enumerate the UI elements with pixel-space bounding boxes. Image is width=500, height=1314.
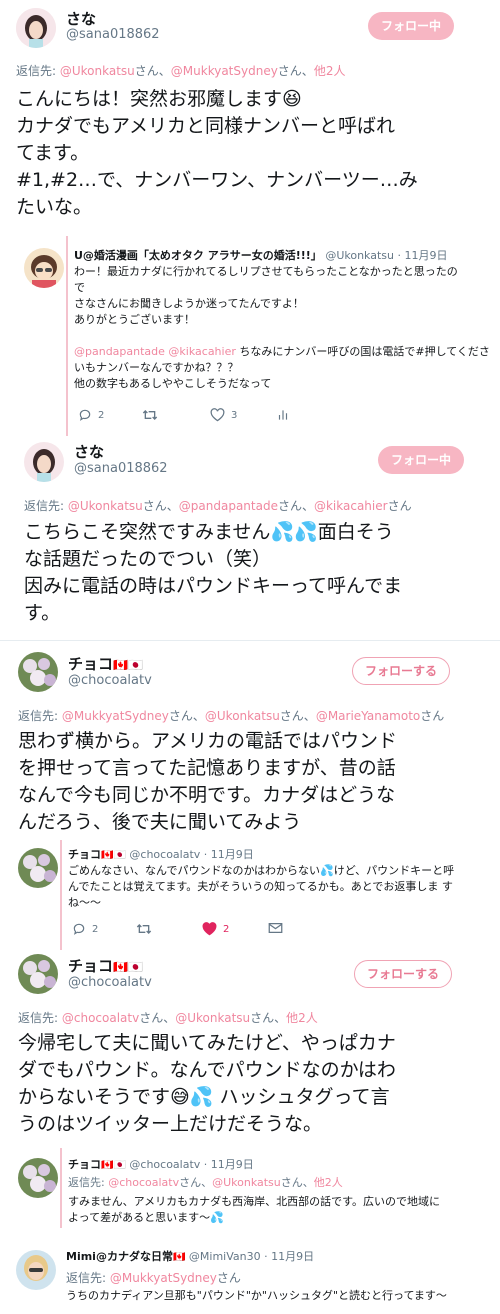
nested-text: すみません、アメリカもカナダも西海岸、北西部の話です。広いので地域に よって差が…: [68, 1195, 441, 1224]
tweet-text: こちらこそ突然ですみません💦💦面白そう な話題だったのでつい（笑） 因みに電話の…: [24, 521, 403, 624]
sweat-droplets-emoji: 💦: [210, 1211, 224, 1224]
retweet-icon: [142, 410, 158, 420]
reply-to: 返信先: @Ukonkatsuさん、@MukkyatSydneyさん、他2人: [16, 64, 346, 78]
display-name[interactable]: チョコ🇨🇦🇯🇵: [68, 848, 126, 861]
sweat-droplets-emoji: 💦: [320, 864, 334, 877]
tweet-text: 今帰宅して夫に聞いてみたけど、やっぱカナ ダでもパウンド。なんでパウンドなのかは…: [18, 1032, 396, 1135]
envelope-icon: [268, 923, 283, 933]
reply-to: 返信先: @Ukonkatsuさん、@pandapantadeさん、@kikac…: [24, 499, 412, 513]
following-button[interactable]: フォロー中: [368, 12, 454, 40]
reply-icon: [79, 409, 91, 421]
user-handle[interactable]: @chocoalatv: [68, 975, 152, 990]
tweet-text: うちのカナディアン旦那も"パウンド"か"ハッシュタグ"と読むと行ってます〜: [66, 1289, 447, 1302]
mention-link[interactable]: @Ukonkatsu: [68, 499, 143, 513]
display-name[interactable]: チョコ🇨🇦🇯🇵: [68, 653, 143, 674]
heart-icon: [210, 408, 225, 422]
reply-to: 返信先: @chocoalatvさん、@Ukonkatsuさん、他2人: [18, 1011, 318, 1025]
reply-count: 2: [92, 923, 99, 935]
mention-link[interactable]: @Ukonkatsu: [60, 64, 135, 78]
mention-link[interactable]: @pandapantade: [179, 499, 278, 513]
mention-link[interactable]: @MukkyatSydney: [110, 1271, 217, 1285]
user-handle[interactable]: @MimiVan30: [189, 1250, 261, 1263]
nested-text: わー！最近カナダに行かれてるしリプさせてもらったことなかったと思ったの で さな…: [74, 265, 490, 390]
avatar[interactable]: [16, 8, 56, 48]
mention-link[interactable]: @kikacahier: [168, 345, 235, 358]
reply-icon: [73, 923, 85, 935]
grinning-emoji: 😆: [282, 88, 302, 110]
user-handle[interactable]: @chocoalatv: [129, 848, 200, 861]
display-name[interactable]: Mimi@カナダな日常🇨🇦: [66, 1250, 185, 1263]
avatar[interactable]: [18, 652, 58, 692]
avatar[interactable]: [24, 248, 64, 288]
user-handle[interactable]: @sana018862: [66, 27, 160, 42]
mention-link[interactable]: @Ukonkatsu: [175, 1011, 250, 1025]
reply-action[interactable]: 2: [72, 922, 98, 936]
user-handle[interactable]: @sana018862: [74, 461, 168, 476]
thread-line: [60, 840, 62, 950]
mention-link[interactable]: @MukkyatSydney: [62, 709, 169, 723]
nested-reply-to: 返信先: @chocoalatvさん、@Ukonkatsuさん、他2人: [68, 1176, 343, 1189]
following-button[interactable]: フォロー中: [378, 446, 464, 474]
follow-button[interactable]: フォローする: [352, 657, 450, 685]
reply-to: 返信先: @MukkyatSydneyさん: [66, 1271, 241, 1285]
nested-header: チョコ🇨🇦🇯🇵 @chocoalatv · 11月9日: [68, 847, 254, 864]
thread-line: [60, 1148, 62, 1228]
avatar[interactable]: [16, 1250, 56, 1290]
others-link[interactable]: 他2人: [314, 64, 346, 78]
display-name[interactable]: U@婚活漫画「太めオタク アラサー女の婚活!!!」: [74, 249, 322, 262]
tweet-text: こんにちは！突然お邪魔します😆 カナダでもアメリカと同様ナンバーと呼ばれ てます…: [16, 88, 418, 218]
heart-icon: [202, 922, 217, 936]
sweat-smile-emoji: 😅💦: [170, 1086, 214, 1108]
retweet-icon: [136, 924, 152, 934]
divider: [0, 640, 500, 641]
mention-link[interactable]: @MukkyatSydney: [171, 64, 278, 78]
message-action[interactable]: [268, 922, 289, 934]
flag-icons: 🇨🇦🇯🇵: [113, 960, 143, 974]
retweet-action[interactable]: [142, 408, 164, 422]
mention-link[interactable]: @Ukonkatsu: [205, 709, 280, 723]
mention-link[interactable]: @chocoalatv: [108, 1176, 179, 1189]
avatar[interactable]: [18, 954, 58, 994]
others-link[interactable]: 他2人: [314, 1176, 343, 1189]
like-count: 3: [231, 409, 238, 421]
nested-text: ごめんなさい、なんでパウンドなのかはわからない💦けど、パウンドキーと呼 んでたこ…: [68, 864, 455, 909]
analytics-icon: [278, 410, 288, 420]
retweet-action[interactable]: [136, 922, 158, 936]
like-count: 2: [223, 923, 230, 935]
mention-link[interactable]: @chocoalatv: [62, 1011, 139, 1025]
user-handle[interactable]: @chocoalatv: [68, 673, 152, 688]
tweet-text: 思わず横から。アメリカの電話ではパウンド を押せって言ってた記憶ありますが、昔の…: [18, 730, 398, 833]
others-link[interactable]: 他2人: [286, 1011, 318, 1025]
like-action[interactable]: 3: [210, 408, 237, 422]
timestamp[interactable]: · 11月9日: [204, 1158, 254, 1171]
follow-button[interactable]: フォローする: [354, 960, 452, 988]
nested-header: U@婚活漫画「太めオタク アラサー女の婚活!!!」 @Ukonkatsu · 1…: [74, 248, 447, 264]
mention-link[interactable]: @MarieYanamoto: [316, 709, 420, 723]
user-handle[interactable]: @Ukonkatsu: [325, 249, 394, 262]
reply-to: 返信先: @MukkyatSydneyさん、@Ukonkatsuさん、@Mari…: [18, 709, 445, 723]
mention-link[interactable]: @Ukonkatsu: [212, 1176, 281, 1189]
like-action[interactable]: 2: [202, 922, 229, 936]
tweet-header: Mimi@カナダな日常🇨🇦 @MimiVan30 · 11月9日: [66, 1249, 314, 1266]
reply-count: 2: [98, 409, 105, 421]
display-name[interactable]: さな: [74, 441, 104, 462]
avatar[interactable]: [24, 442, 64, 482]
timestamp[interactable]: · 11月9日: [264, 1250, 314, 1263]
display-name[interactable]: チョコ🇨🇦🇯🇵: [68, 955, 143, 976]
avatar[interactable]: [18, 1158, 58, 1198]
avatar[interactable]: [18, 848, 58, 888]
mention-link[interactable]: @kikacahier: [314, 499, 388, 513]
sweat-droplets-emoji: 💦💦: [270, 521, 318, 543]
user-handle[interactable]: @chocoalatv: [129, 1158, 200, 1171]
thread-line: [66, 236, 68, 436]
analytics-action[interactable]: [276, 408, 296, 422]
mention-link[interactable]: @pandapantade: [74, 345, 165, 358]
reply-action[interactable]: 2: [78, 408, 104, 422]
timestamp[interactable]: · 11月9日: [204, 848, 254, 861]
flag-icons: 🇨🇦🇯🇵: [113, 658, 143, 672]
nested-header: チョコ🇨🇦🇯🇵 @chocoalatv · 11月9日: [68, 1157, 254, 1174]
display-name[interactable]: さな: [66, 8, 96, 29]
timestamp[interactable]: · 11月9日: [397, 249, 447, 262]
display-name[interactable]: チョコ🇨🇦🇯🇵: [68, 1158, 126, 1171]
